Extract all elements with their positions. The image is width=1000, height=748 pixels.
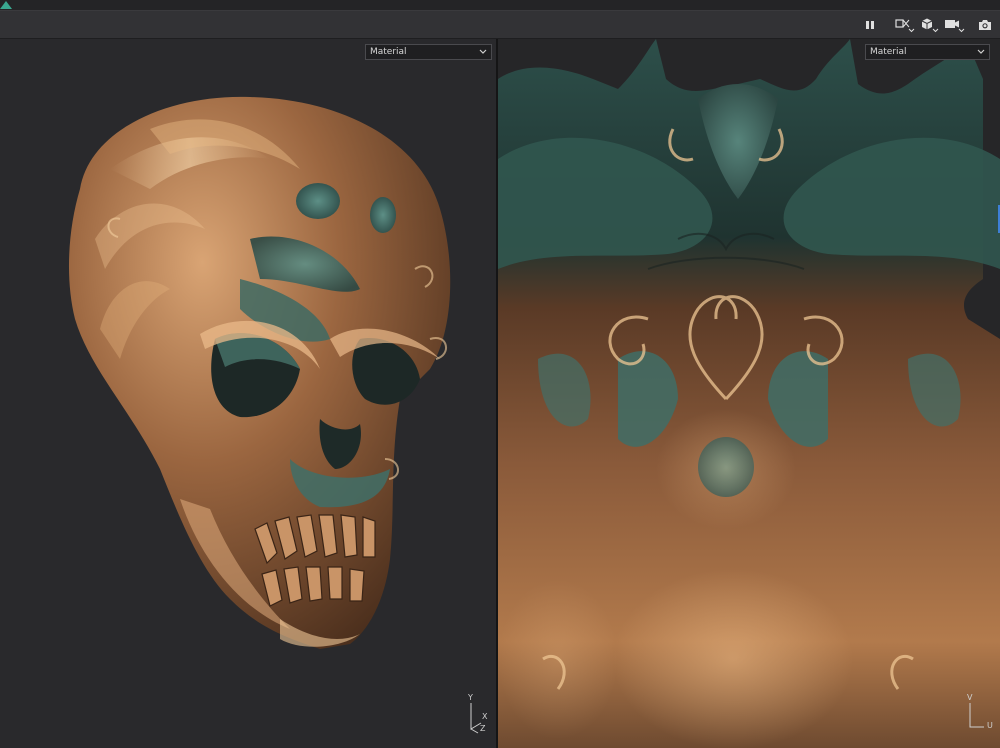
pause-icon [866,20,874,29]
axis-x-label: X [482,712,488,721]
material-channel-dropdown-2d[interactable]: Material [865,44,990,60]
viewport-2d[interactable]: Material V U [498,39,1000,748]
view-cube-button[interactable] [918,15,942,34]
axis-u-label: U [987,721,993,730]
screenshot-button[interactable] [973,15,997,34]
app-logo-icon [0,1,12,9]
dropdown-value: Material [870,47,907,57]
viewport-toolbar [0,11,1000,39]
shading-mode-button[interactable] [893,15,917,34]
dropdown-value: Material [370,47,407,57]
shading-mode-icon [895,18,915,32]
axis-gizmo-2d: V U [964,693,994,733]
axis-y-label: Y [468,693,473,702]
video-camera-icon [945,19,965,32]
axis-z-label: Z [480,724,486,733]
title-strip [0,0,1000,11]
chevron-down-icon [977,49,985,54]
camera-snapshot-icon [979,19,991,30]
axis-gizmo-3d: Y X Z [466,693,490,735]
axis-v-label: V [967,693,973,702]
cube-icon [921,18,939,32]
skull-model [68,96,451,650]
material-channel-dropdown-3d[interactable]: Material [365,44,492,60]
pause-button[interactable] [858,15,882,34]
chevron-down-icon [479,49,487,54]
camera-button[interactable] [943,15,967,34]
viewport-3d[interactable]: Material Y X Z [0,39,496,748]
uv-texture-map [498,39,1000,748]
